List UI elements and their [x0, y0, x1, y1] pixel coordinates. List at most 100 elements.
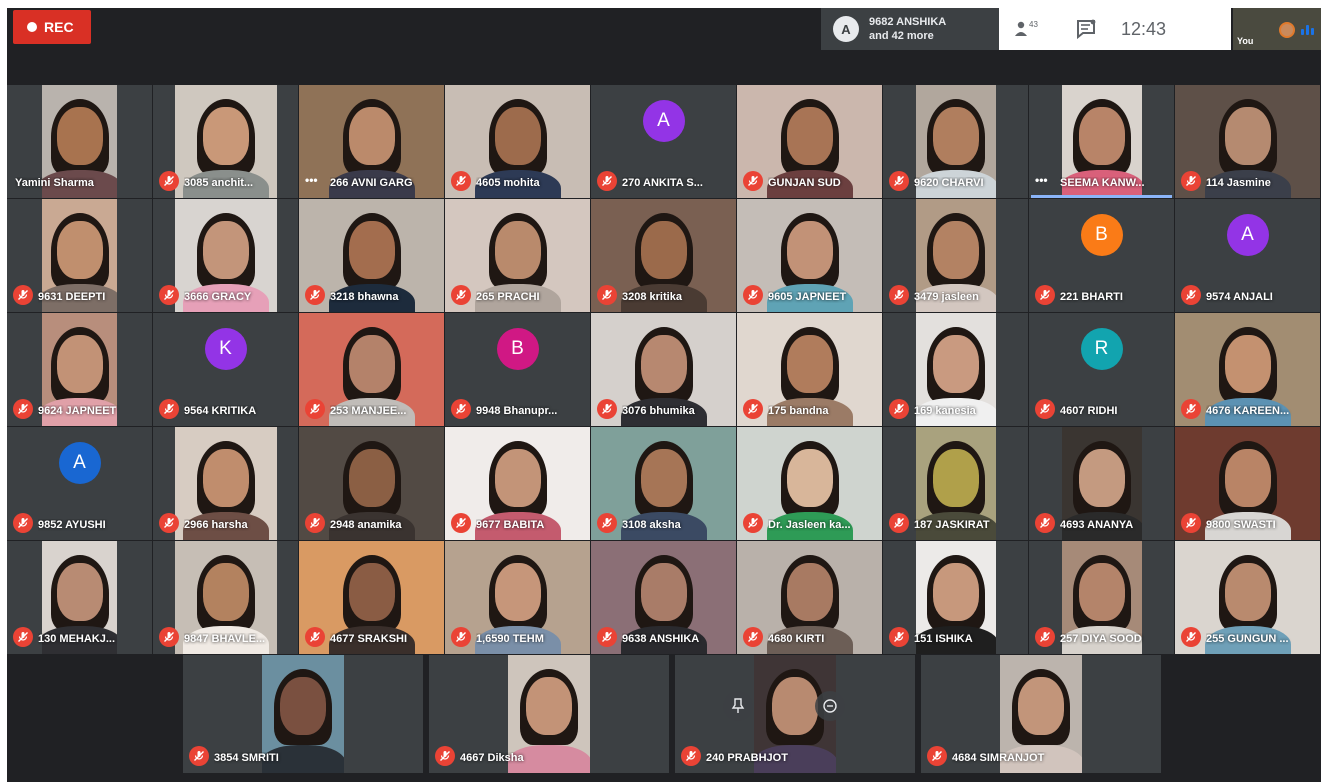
participant-tile[interactable]: 114 Jasmine — [1175, 85, 1320, 198]
participant-tile[interactable]: 9631 DEEPTI — [7, 199, 152, 312]
participant-tile[interactable]: 3218 bhawna — [299, 199, 444, 312]
participant-tile[interactable]: 187 JASKIRAT — [883, 427, 1028, 540]
mic-off-icon — [451, 627, 471, 647]
chat-button[interactable] — [1057, 18, 1115, 40]
participant-tile[interactable]: Dr. Jasleen ka... — [737, 427, 882, 540]
participant-face — [494, 107, 541, 165]
participant-face — [1018, 677, 1064, 735]
mic-off-icon — [451, 285, 471, 305]
participant-tile[interactable]: 175 bandna — [737, 313, 882, 426]
participant-tile[interactable]: 3085 anchit... — [153, 85, 298, 198]
participant-name: 175 bandna — [768, 405, 829, 417]
participant-tile[interactable]: K 9564 KRITIKA — [153, 313, 298, 426]
participant-tile[interactable]: ••• SEEMA KANW... — [1029, 85, 1174, 198]
chat-icon — [1077, 19, 1096, 40]
participant-tile[interactable]: 9624 JAPNEET — [7, 313, 152, 426]
participant-tile[interactable]: 4676 KAREEN... — [1175, 313, 1320, 426]
participant-tile[interactable]: 3108 aksha — [591, 427, 736, 540]
participant-tile[interactable]: 1,6590 TEHM — [445, 541, 590, 654]
mic-off-icon — [597, 513, 617, 533]
participant-tile[interactable]: 4677 SRAKSHI — [299, 541, 444, 654]
mic-off-icon — [305, 399, 325, 419]
participant-tile[interactable]: 240 PRABHJOT — [675, 655, 915, 773]
mic-off-icon — [927, 746, 947, 766]
participant-tile[interactable]: 169 kanesia — [883, 313, 1028, 426]
meeting-grid-view: REC A 9682 ANSHIKA and 42 more 43 12:43 … — [7, 8, 1321, 782]
participant-tile[interactable]: R 4607 RIDHI — [1029, 313, 1174, 426]
participant-tile[interactable]: A 9574 ANJALI — [1175, 199, 1320, 312]
participant-name: 9631 DEEPTI — [38, 291, 106, 303]
participant-tile[interactable]: 9677 BABITA — [445, 427, 590, 540]
participant-name: 3854 SMRITI — [214, 752, 279, 764]
mic-off-icon — [743, 285, 763, 305]
participant-face — [933, 335, 979, 393]
participant-tile[interactable]: 151 ISHIKA — [883, 541, 1028, 654]
participant-tile[interactable]: 257 DIYA SOOD — [1029, 541, 1174, 654]
participant-face — [1224, 107, 1271, 165]
participant-tile[interactable]: B 9948 Bhanupr... — [445, 313, 590, 426]
self-view[interactable]: You — [1233, 8, 1321, 50]
participant-name: 9852 AYUSHI — [38, 519, 106, 531]
participant-face — [786, 335, 833, 393]
participant-tile[interactable]: B 221 BHARTI — [1029, 199, 1174, 312]
participant-face — [786, 107, 833, 165]
audio-dots-icon: ••• — [1035, 173, 1048, 187]
participant-face — [203, 221, 249, 279]
participant-tile[interactable]: 9638 ANSHIKA — [591, 541, 736, 654]
participant-name: SEEMA KANW... — [1060, 177, 1145, 189]
participant-tile[interactable]: 9620 CHARVI — [883, 85, 1028, 198]
participant-tile[interactable]: 2966 harsha — [153, 427, 298, 540]
presenter-info[interactable]: A 9682 ANSHIKA and 42 more — [821, 8, 999, 50]
participant-name: 3108 aksha — [622, 519, 681, 531]
participant-face — [786, 449, 833, 507]
participant-face — [933, 449, 979, 507]
participant-tile[interactable]: 4667 Diksha — [429, 655, 669, 773]
participant-tile[interactable]: 4605 mohita — [445, 85, 590, 198]
clock: 12:43 — [1121, 18, 1167, 39]
top-toolbar: 43 12:43 — [999, 8, 1231, 50]
participant-face — [640, 563, 687, 621]
participant-tile[interactable]: 253 MANJEE... — [299, 313, 444, 426]
mic-off-icon — [305, 285, 325, 305]
participant-tile[interactable]: A 270 ANKITA S... — [591, 85, 736, 198]
participant-tile[interactable]: 255 GUNGUN ... — [1175, 541, 1320, 654]
participant-tile[interactable]: 3479 jasleen — [883, 199, 1028, 312]
participant-tile[interactable]: 265 PRACHI — [445, 199, 590, 312]
participant-tile[interactable]: 9605 JAPNEET — [737, 199, 882, 312]
participant-avatar: A — [642, 100, 685, 142]
participant-tile[interactable]: 3666 GRACY — [153, 199, 298, 312]
participant-tile[interactable]: 3076 bhumika — [591, 313, 736, 426]
participant-tile[interactable]: 2948 anamika — [299, 427, 444, 540]
participant-tile[interactable]: Yamini Sharma — [7, 85, 152, 198]
participant-name: 114 Jasmine — [1206, 177, 1271, 189]
participant-tile[interactable]: 130 MEHAKJ... — [7, 541, 152, 654]
mic-off-icon — [743, 513, 763, 533]
participant-avatar: B — [496, 328, 539, 370]
mic-off-icon — [159, 285, 179, 305]
participant-tile[interactable]: 4684 SIMRANJOT — [921, 655, 1161, 773]
participant-face — [203, 563, 249, 621]
participant-tile[interactable]: 9800 SWASTI — [1175, 427, 1320, 540]
participant-face — [786, 221, 833, 279]
participant-name: 257 DIYA SOOD — [1060, 633, 1142, 645]
participant-face — [56, 335, 103, 393]
participant-face — [1224, 449, 1271, 507]
participant-tile[interactable]: 4693 ANANYA — [1029, 427, 1174, 540]
mic-off-icon — [159, 627, 179, 647]
participant-face — [348, 563, 395, 621]
remove-button[interactable] — [815, 691, 845, 721]
mic-off-icon — [1035, 513, 1055, 533]
participant-tile[interactable]: 3854 SMRITI — [183, 655, 423, 773]
participant-tile[interactable]: 9847 BHAVLE... — [153, 541, 298, 654]
participant-face — [348, 335, 395, 393]
mic-off-icon — [597, 627, 617, 647]
people-button[interactable]: 43 — [999, 18, 1057, 40]
participant-tile[interactable]: ••• 266 AVNI GARG — [299, 85, 444, 198]
participant-tile[interactable]: A 9852 AYUSHI — [7, 427, 152, 540]
pin-button[interactable] — [723, 691, 753, 721]
participant-name: Dr. Jasleen ka... — [768, 519, 851, 531]
participant-tile[interactable]: GUNJAN SUD — [737, 85, 882, 198]
mic-off-icon — [1181, 399, 1201, 419]
participant-tile[interactable]: 3208 kritika — [591, 199, 736, 312]
participant-tile[interactable]: 4680 KIRTI — [737, 541, 882, 654]
